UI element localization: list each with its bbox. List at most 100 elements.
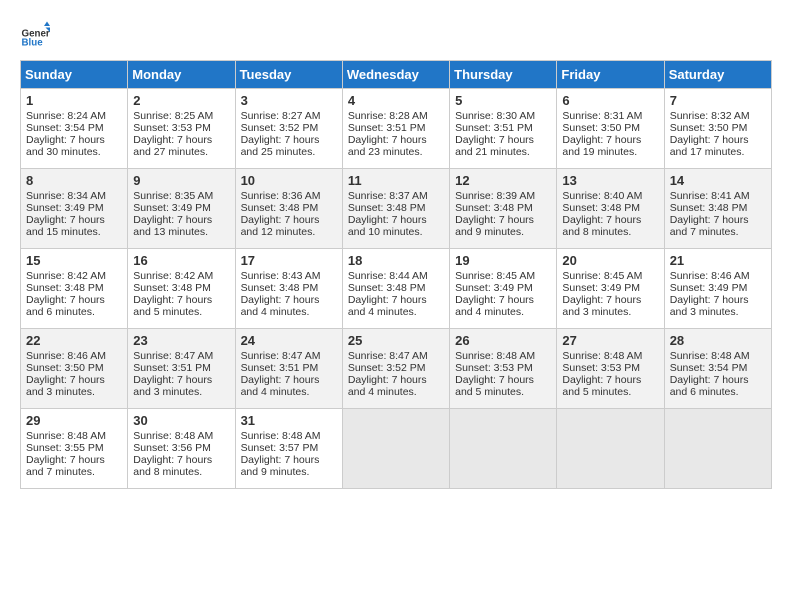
day-number: 8: [26, 173, 122, 188]
day-info-line: Sunset: 3:53 PM: [133, 122, 229, 134]
day-number: 21: [670, 253, 766, 268]
day-info-line: and 5 minutes.: [133, 306, 229, 318]
day-info-line: and 7 minutes.: [670, 226, 766, 238]
day-info-line: Sunrise: 8:34 AM: [26, 190, 122, 202]
logo: General Blue: [20, 20, 50, 50]
day-info-line: Sunset: 3:50 PM: [562, 122, 658, 134]
day-info-line: and 3 minutes.: [670, 306, 766, 318]
day-info-line: and 7 minutes.: [26, 466, 122, 478]
day-info-line: and 3 minutes.: [562, 306, 658, 318]
day-number: 9: [133, 173, 229, 188]
day-number: 1: [26, 93, 122, 108]
day-number: 22: [26, 333, 122, 348]
day-info-line: Sunrise: 8:46 AM: [670, 270, 766, 282]
day-number: 5: [455, 93, 551, 108]
calendar-cell: 19Sunrise: 8:45 AMSunset: 3:49 PMDayligh…: [450, 249, 557, 329]
day-info-line: Sunrise: 8:45 AM: [562, 270, 658, 282]
calendar-cell: 26Sunrise: 8:48 AMSunset: 3:53 PMDayligh…: [450, 329, 557, 409]
calendar-cell: 18Sunrise: 8:44 AMSunset: 3:48 PMDayligh…: [342, 249, 449, 329]
day-header-sunday: Sunday: [21, 61, 128, 89]
day-info-line: Sunset: 3:49 PM: [670, 282, 766, 294]
day-info-line: Sunrise: 8:47 AM: [133, 350, 229, 362]
day-info-line: Daylight: 7 hours: [670, 214, 766, 226]
calendar-cell: 2Sunrise: 8:25 AMSunset: 3:53 PMDaylight…: [128, 89, 235, 169]
day-info-line: Daylight: 7 hours: [455, 294, 551, 306]
day-header-thursday: Thursday: [450, 61, 557, 89]
calendar-week-row: 1 Sunrise: 8:24 AMSunset: 3:54 PM Daylight…: [21, 89, 772, 169]
day-info-line: Daylight: 7 hours: [133, 374, 229, 386]
day-info-line: Sunset: 3:50 PM: [26, 362, 122, 374]
day-info-line: Sunrise: 8:25 AM: [133, 110, 229, 122]
day-info-line: and 17 minutes.: [670, 146, 766, 158]
day-info-line: Daylight: 7 hours: [26, 214, 122, 226]
day-info-line: Sunrise: 8:40 AM: [562, 190, 658, 202]
day-info-line: and 6 minutes.: [26, 306, 122, 318]
calendar-cell: 1Sunrise: 8:24 AMSunset: 3:54 PMDaylight…: [21, 89, 128, 169]
day-number: 12: [455, 173, 551, 188]
day-number: 24: [241, 333, 337, 348]
day-info-line: and 3 minutes.: [26, 386, 122, 398]
day-info-line: and 4 minutes.: [348, 306, 444, 318]
day-info-line: Sunrise: 8:24 AM: [26, 110, 122, 122]
day-info-line: Sunset: 3:48 PM: [26, 282, 122, 294]
day-number: 27: [562, 333, 658, 348]
calendar-cell: 9Sunrise: 8:35 AMSunset: 3:49 PMDaylight…: [128, 169, 235, 249]
day-header-monday: Monday: [128, 61, 235, 89]
day-number: 10: [241, 173, 337, 188]
day-info-line: Sunset: 3:48 PM: [133, 282, 229, 294]
calendar-cell: 23Sunrise: 8:47 AMSunset: 3:51 PMDayligh…: [128, 329, 235, 409]
day-number: 15: [26, 253, 122, 268]
calendar-cell: 7Sunrise: 8:32 AMSunset: 3:50 PMDaylight…: [664, 89, 771, 169]
day-info-line: Daylight: 7 hours: [26, 454, 122, 466]
day-info-line: and 6 minutes.: [670, 386, 766, 398]
day-info-line: Sunset: 3:49 PM: [26, 202, 122, 214]
day-info-line: Sunset: 3:50 PM: [670, 122, 766, 134]
day-info-line: Sunset: 3:48 PM: [455, 202, 551, 214]
day-info-line: Daylight: 7 hours: [670, 374, 766, 386]
day-info-line: Sunrise: 8:47 AM: [241, 350, 337, 362]
day-number: 26: [455, 333, 551, 348]
day-header-friday: Friday: [557, 61, 664, 89]
day-info-line: Sunrise: 8:37 AM: [348, 190, 444, 202]
day-info-line: and 21 minutes.: [455, 146, 551, 158]
day-number: 11: [348, 173, 444, 188]
calendar-cell: 4Sunrise: 8:28 AMSunset: 3:51 PMDaylight…: [342, 89, 449, 169]
day-info-line: Sunrise: 8:39 AM: [455, 190, 551, 202]
day-info-line: Sunset: 3:48 PM: [241, 202, 337, 214]
day-info-line: Sunset: 3:52 PM: [348, 362, 444, 374]
calendar-cell: 16Sunrise: 8:42 AMSunset: 3:48 PMDayligh…: [128, 249, 235, 329]
day-info-line: Sunset: 3:48 PM: [241, 282, 337, 294]
day-info-line: Daylight: 7 hours: [241, 134, 337, 146]
day-info-line: and 13 minutes.: [133, 226, 229, 238]
calendar-cell: 21Sunrise: 8:46 AMSunset: 3:49 PMDayligh…: [664, 249, 771, 329]
day-info-line: Daylight: 7 hours: [241, 294, 337, 306]
day-info-line: and 5 minutes.: [455, 386, 551, 398]
day-info-line: Daylight: 7 hours: [455, 214, 551, 226]
day-number: 2: [133, 93, 229, 108]
day-number: 6: [562, 93, 658, 108]
calendar-cell: 15Sunrise: 8:42 AMSunset: 3:48 PMDayligh…: [21, 249, 128, 329]
day-info-line: Daylight: 7 hours: [241, 454, 337, 466]
day-info-line: Daylight: 7 hours: [26, 374, 122, 386]
calendar-cell: 30Sunrise: 8:48 AMSunset: 3:56 PMDayligh…: [128, 409, 235, 489]
calendar-cell: 13Sunrise: 8:40 AMSunset: 3:48 PMDayligh…: [557, 169, 664, 249]
calendar-week-row: 22Sunrise: 8:46 AMSunset: 3:50 PMDayligh…: [21, 329, 772, 409]
day-info-line: and 8 minutes.: [562, 226, 658, 238]
day-info-line: Sunset: 3:55 PM: [26, 442, 122, 454]
day-info-line: Daylight: 7 hours: [348, 134, 444, 146]
day-info-line: Daylight: 7 hours: [133, 454, 229, 466]
calendar-cell: 17Sunrise: 8:43 AMSunset: 3:48 PMDayligh…: [235, 249, 342, 329]
calendar-cell: 24Sunrise: 8:47 AMSunset: 3:51 PMDayligh…: [235, 329, 342, 409]
day-info-line: Sunrise: 8:30 AM: [455, 110, 551, 122]
day-number: 31: [241, 413, 337, 428]
day-info-line: Sunset: 3:54 PM: [26, 122, 122, 134]
day-info-line: Daylight: 7 hours: [562, 374, 658, 386]
day-info-line: Sunset: 3:49 PM: [133, 202, 229, 214]
day-number: 4: [348, 93, 444, 108]
calendar-week-row: 29Sunrise: 8:48 AMSunset: 3:55 PMDayligh…: [21, 409, 772, 489]
day-info-line: Daylight: 7 hours: [348, 214, 444, 226]
calendar-cell: [664, 409, 771, 489]
day-info-line: Daylight: 7 hours: [455, 374, 551, 386]
day-info-line: Sunrise: 8:35 AM: [133, 190, 229, 202]
day-number: 13: [562, 173, 658, 188]
